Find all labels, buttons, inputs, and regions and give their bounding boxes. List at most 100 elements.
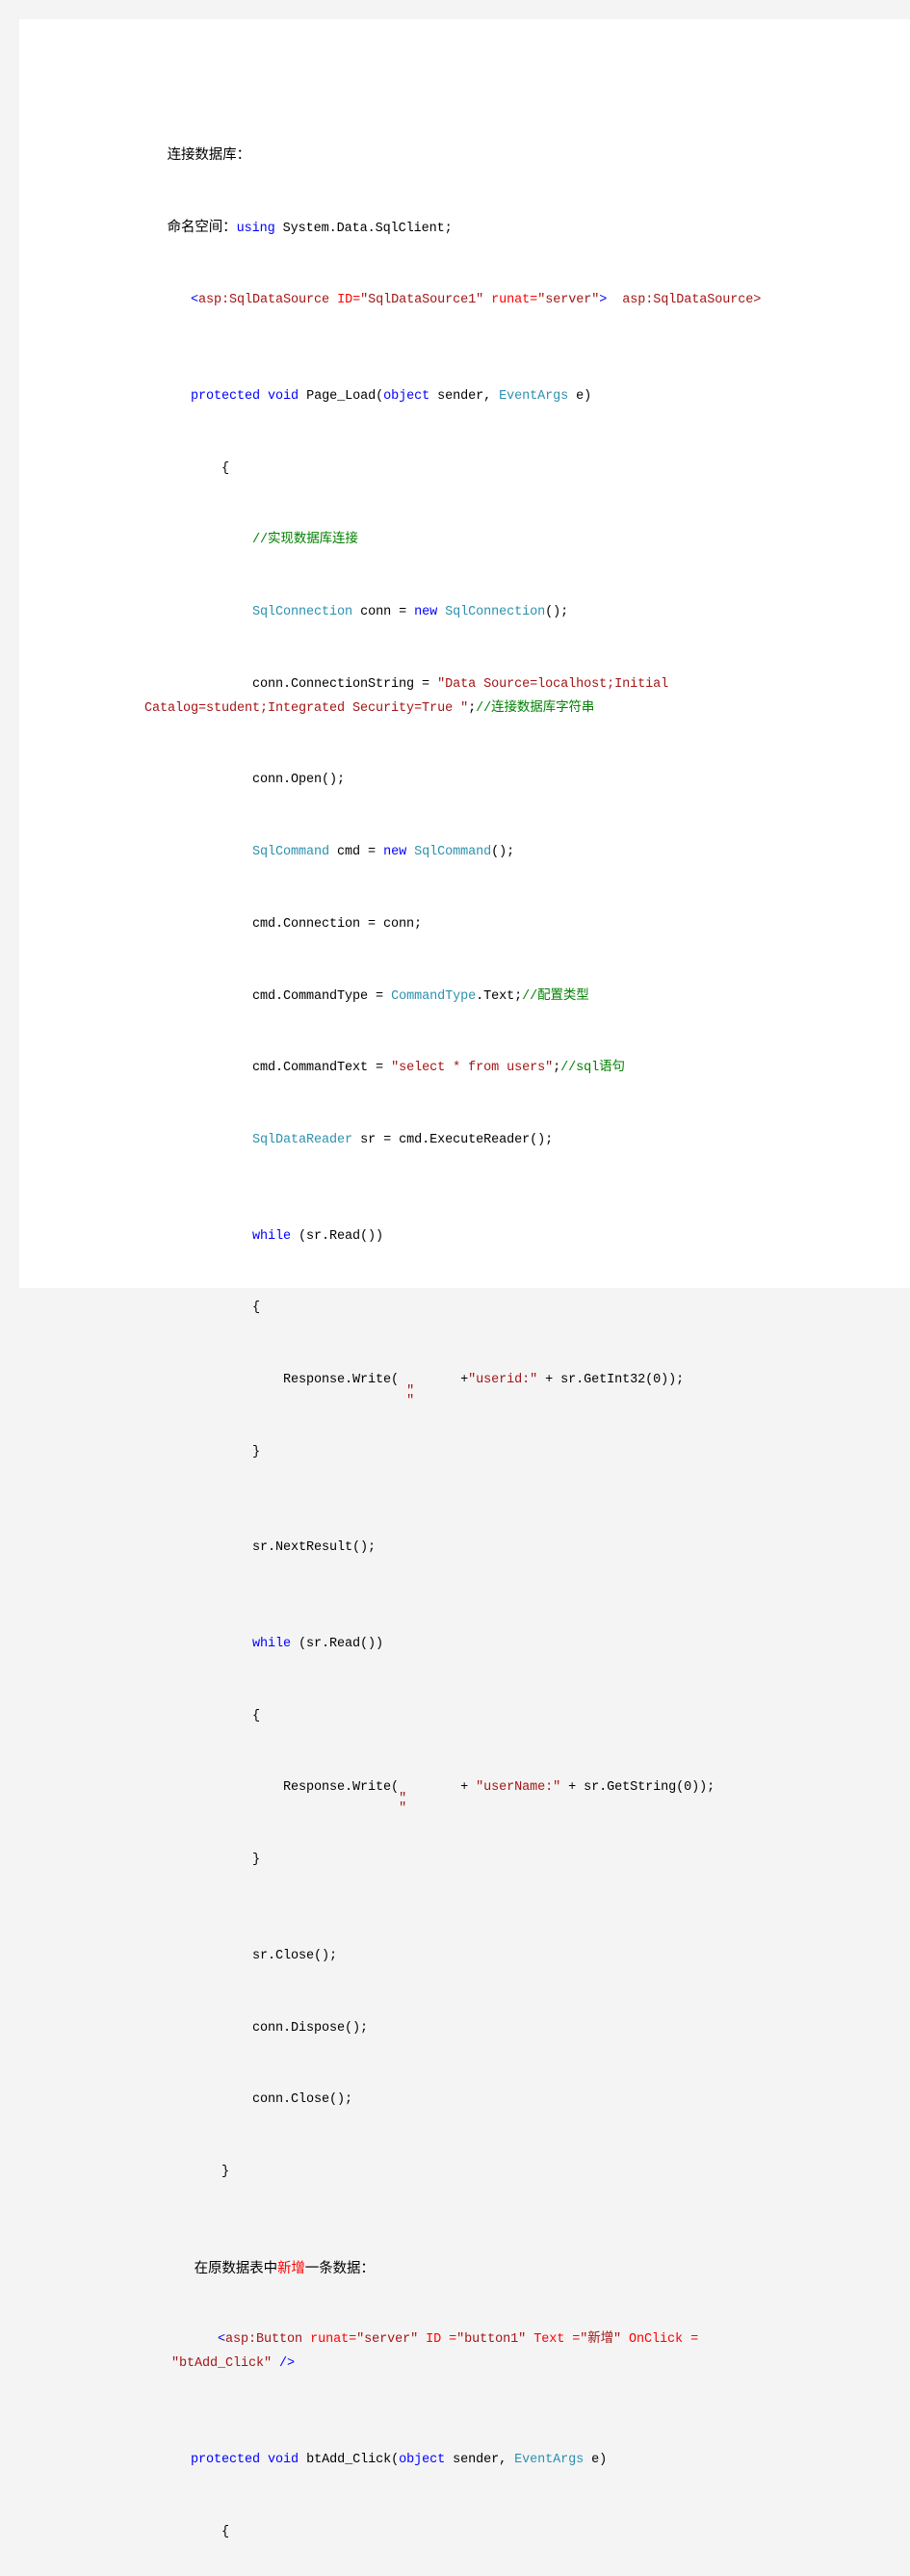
brace-open-glyph: { xyxy=(252,1708,261,1723)
conn-dispose-text: conn.Dispose(); xyxy=(252,2020,369,2036)
attr-runat: runat xyxy=(491,293,531,308)
brace-close-glyph: } xyxy=(252,1444,261,1459)
attr-onclick-value: "btAdd_Click" xyxy=(171,2356,273,2372)
brace-close-while-2: } xyxy=(144,1825,780,1897)
attr-id-value: "SqlDataSource1" xyxy=(360,293,484,308)
tag-name-sqldatasource: asp:SqlDataSource xyxy=(198,293,330,308)
comment-conn-string: //连接数据库字符串 xyxy=(476,700,595,716)
attr-text-value: "新增" xyxy=(580,2332,622,2348)
type-sqlcommand-ctor: SqlCommand xyxy=(414,845,492,860)
keyword-using: using xyxy=(236,221,275,236)
sql-literal-value: select * from users xyxy=(399,1061,546,1076)
stmt-next-result: sr.NextResult(); xyxy=(144,1513,780,1586)
type-sqlcommand: SqlCommand xyxy=(252,845,330,860)
namespace-label: 命名空间： xyxy=(167,219,237,235)
brace-close-while-1: } xyxy=(144,1417,780,1489)
username-literal: " xyxy=(476,1780,484,1796)
heading-add-row: 在原数据表中新增一条数据： xyxy=(144,2233,780,2305)
stmt-execute-reader: SqlDataReader sr = cmd.ExecuteReader(); xyxy=(252,1133,554,1148)
sql-literal-open-quote: " xyxy=(391,1061,400,1076)
heading-namespace: 命名空间：using System.Data.SqlClient; xyxy=(144,192,780,266)
stmt-new-sqlconnection-2: SqlConnection conn = new SqlConnection()… xyxy=(144,2568,780,2576)
next-result-text: sr.NextResult(); xyxy=(252,1540,377,1556)
connection-string-value-tail: Security=True " xyxy=(345,700,469,716)
comment-command-type: //配置类型 xyxy=(522,988,589,1004)
conn-open-text: conn.Open(); xyxy=(252,773,346,788)
attr-id: ID xyxy=(337,293,353,308)
brace-close-page-load: } xyxy=(144,2137,780,2209)
stmt-conn-dispose: conn.Dispose(); xyxy=(144,1993,780,2065)
get-int32-call: + sr.GetInt32(0)); xyxy=(537,1373,685,1388)
namespace-statement-rest: System.Data.SqlClient; xyxy=(274,221,453,236)
comment-sql: //sql语句 xyxy=(560,1061,625,1076)
stmt-conn-open-1: conn.Open(); xyxy=(144,746,780,818)
connection-string-literal: " xyxy=(437,676,446,692)
sql-literal-close-quote: " xyxy=(545,1061,554,1076)
comment-text: //实现数据库连接 xyxy=(252,533,358,548)
type-eventargs-2: EventArgs xyxy=(514,2452,585,2467)
type-sqlconnection: SqlConnection xyxy=(252,605,353,620)
brace-open-btadd: { xyxy=(144,2497,780,2569)
keyword-void-2: void xyxy=(268,2452,299,2467)
markup-asp-button: <asp:Button runat="server" ID ="button1"… xyxy=(171,2332,707,2372)
get-string-call: + sr.GetString(0)); xyxy=(560,1780,715,1796)
brace-open-glyph: { xyxy=(221,2524,230,2539)
stmt-cmd-connection: cmd.Connection = conn; xyxy=(144,889,780,961)
angle-bracket-open: < xyxy=(191,293,199,308)
tag-name-sqldatasource-close: asp:SqlDataSource> xyxy=(622,293,762,308)
stmt-response-write-userid: Response.Write( " " +"userid:" + sr.GetIn… xyxy=(191,1373,685,1409)
attr-runat-value: "server" xyxy=(537,293,600,308)
add-row-suffix: 一条数据： xyxy=(304,2260,375,2276)
brace-open-while-1: { xyxy=(144,1273,780,1345)
stmt-cmd-commandtext: cmd.CommandText = "select * from users";… xyxy=(191,1061,625,1076)
type-sqldatareader: SqlDataReader xyxy=(252,1133,353,1148)
brace-open-while-2: { xyxy=(144,1681,780,1753)
stmt-while-read-1: while (sr.Read()) xyxy=(252,1228,384,1244)
attr-runat-value: "server" xyxy=(356,2332,419,2348)
heading-connect-db-text: 连接数据库： xyxy=(167,146,251,163)
keyword-new: new xyxy=(414,605,438,620)
stmt-cmd-commandtype: cmd.CommandType = CommandType.Text;//配置类… xyxy=(191,988,589,1004)
attr-id-value: "button1" xyxy=(456,2332,527,2348)
keyword-protected: protected xyxy=(191,388,261,404)
type-commandtype: CommandType xyxy=(391,988,477,1004)
type-sqlconnection-ctor: SqlConnection xyxy=(445,605,546,620)
signature-btadd-click: protected void btAdd_Click(object sender… xyxy=(191,2452,608,2467)
username-label: userName: xyxy=(483,1780,554,1796)
userid-literal: " xyxy=(468,1373,477,1388)
userid-label: userid: xyxy=(476,1373,531,1388)
keyword-void: void xyxy=(268,388,299,404)
stmt-new-sqlconnection: SqlConnection conn = new SqlConnection()… xyxy=(252,605,569,620)
stmt-response-write-username: Response.Write(" " + "userName:" + sr.Get… xyxy=(191,1780,715,1817)
stmt-while-read-2: while (sr.Read()) xyxy=(252,1637,384,1652)
stmt-connection-string: conn.ConnectionString = "Data Source=loc… xyxy=(144,676,677,716)
add-row-emphasis: 新增 xyxy=(276,2260,305,2276)
comment-db-connect: //实现数据库连接 xyxy=(144,505,780,577)
sr-close-text: sr.Close(); xyxy=(252,1948,338,1963)
keyword-while-2: while xyxy=(252,1637,292,1652)
document-page: 连接数据库： 命名空间：using System.Data.SqlClient;… xyxy=(19,19,910,2539)
stmt-conn-close: conn.Close(); xyxy=(144,2064,780,2137)
attr-text: Text xyxy=(533,2332,565,2348)
attr-id: ID xyxy=(426,2332,442,2348)
keyword-while: while xyxy=(252,1228,292,1244)
document-body: 连接数据库： 命名空间：using System.Data.SqlClient;… xyxy=(144,119,780,2576)
heading-connect-db: 连接数据库： xyxy=(144,119,780,192)
keyword-object: object xyxy=(383,388,430,404)
attr-runat: runat xyxy=(310,2332,350,2348)
add-row-prefix: 在原数据表中 xyxy=(194,2260,278,2276)
brace-open-glyph: { xyxy=(252,1301,261,1316)
brace-open-glyph: { xyxy=(221,460,230,476)
markup-sqldatasource: <asp:SqlDataSource ID="SqlDataSource1" r… xyxy=(191,293,762,308)
brace-close-glyph: } xyxy=(252,1853,261,1868)
tag-name-button: asp:Button xyxy=(225,2332,303,2348)
keyword-protected-2: protected xyxy=(191,2452,261,2467)
brace-close-glyph: } xyxy=(221,2164,230,2179)
cmd-connection-text: cmd.Connection = conn; xyxy=(252,916,423,932)
